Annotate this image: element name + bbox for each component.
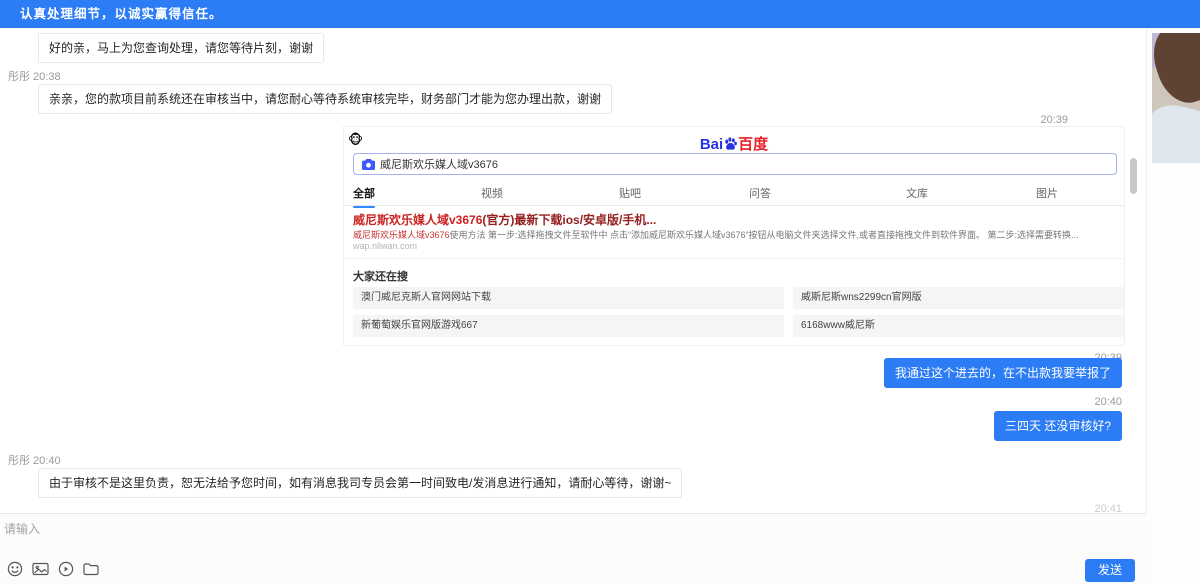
- tab-tieba: 贴吧: [619, 185, 641, 201]
- baidu-logo: Bai 百度: [344, 133, 1124, 154]
- baidu-logo-du: 百度: [738, 136, 768, 153]
- tab-wenku: 文库: [906, 185, 928, 201]
- tab-images: 图片: [1036, 185, 1058, 201]
- search-result-description: 威尼斯欢乐媒人域v3676使用方法 第一步:选择拖拽文件至软件中 点击“添加威尼…: [353, 228, 1117, 241]
- message-timestamp: 20:40: [1094, 396, 1122, 408]
- agent-message: 亲亲，您的款项目前系统还在审核当中，请您耐心等待系统审核完毕，财务部门才能为您办…: [38, 84, 612, 114]
- related-search-item: 澳门威尼克斯人官网网站下载: [353, 287, 784, 309]
- avatar-hair: [1152, 33, 1200, 110]
- baidu-search-box: 威尼斯欢乐媒人域v3676: [353, 153, 1117, 175]
- search-query-text: 威尼斯欢乐媒人域v3676: [380, 156, 498, 172]
- divider: [344, 258, 1125, 259]
- user-message: 三四天 还没审核好?: [994, 411, 1122, 441]
- image-icon[interactable]: [32, 561, 49, 577]
- avatar-shirt: [1152, 99, 1200, 163]
- related-search-item: 6168www威尼斯: [793, 315, 1125, 337]
- tab-qa: 问答: [749, 185, 771, 201]
- tab-video: 视频: [481, 185, 503, 201]
- related-search-item: 新葡萄娱乐官网版游戏667: [353, 315, 784, 337]
- sidebar-strip: [1148, 28, 1200, 584]
- search-result-url: wap.nliwan.com: [353, 241, 417, 251]
- related-searches-heading: 大家还在搜: [353, 268, 408, 284]
- tab-all: 全部: [353, 185, 375, 201]
- notice-banner: 认真处理细节，以诚实赢得信任。: [0, 0, 1200, 28]
- message-composer: 请输入 发送: [0, 513, 1147, 584]
- message-input[interactable]: 请输入: [4, 520, 40, 537]
- baidu-tab-bar: 全部 视频 贴吧 问答 文库 图片: [344, 181, 1125, 206]
- baidu-paw-icon: [723, 136, 738, 151]
- chat-window: 认真处理细节，以诚实赢得信任。 好的亲，马上为您查询处理，请您等待片刻，谢谢 彤…: [0, 0, 1200, 584]
- agent-name-timestamp: 彤彤 20:38: [8, 68, 61, 84]
- composer-toolbar: [7, 561, 100, 577]
- sent-image-baidu-screenshot[interactable]: 🐵 Bai百度 威尼斯欢乐媒人域v3676 全部 视频 贴吧 问答 文库 图片 …: [343, 126, 1125, 346]
- agent-message: 好的亲，马上为您查询处理，请您等待片刻，谢谢: [38, 33, 324, 63]
- agent-message: 由于审核不是这里负责，恕无法给予您时间，如有消息我司专员会第一时间致电/发消息进…: [38, 468, 682, 498]
- avatar[interactable]: [1152, 33, 1200, 163]
- send-button[interactable]: 发送: [1085, 559, 1135, 582]
- search-result-title: 威尼斯欢乐媒人域v3676(官方)最新下载ios/安卓版/手机...: [353, 211, 656, 228]
- scrollbar-thumb[interactable]: [1130, 158, 1137, 194]
- baidu-logo-bai: Bai: [700, 136, 723, 153]
- message-timestamp: 20:39: [1040, 114, 1068, 126]
- camera-search-icon: [362, 159, 375, 170]
- user-message: 我通过这个进去的，在不出款我要举报了: [884, 358, 1122, 388]
- related-search-item: 威斯尼斯wns2299cn官网版: [793, 287, 1125, 309]
- emoji-icon[interactable]: [7, 561, 23, 577]
- folder-icon[interactable]: [83, 561, 100, 577]
- agent-name-timestamp: 彤彤 20:40: [8, 452, 61, 468]
- video-icon[interactable]: [58, 561, 74, 577]
